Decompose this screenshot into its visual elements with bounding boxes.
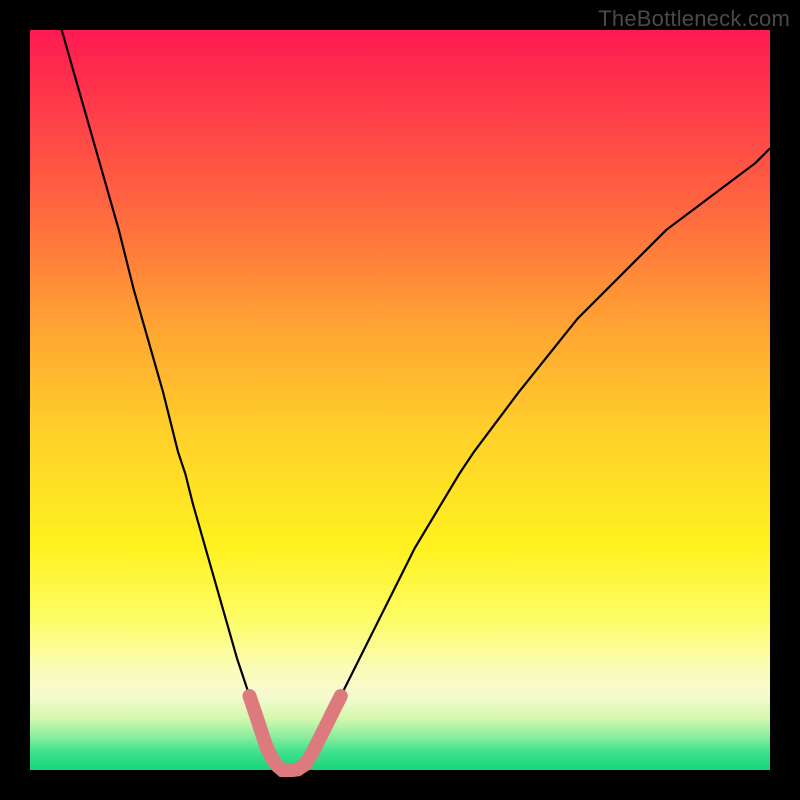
- watermark-text: TheBottleneck.com: [598, 6, 790, 32]
- plot-area: [30, 30, 770, 770]
- highlight-band-right: [298, 696, 341, 769]
- bottleneck-curve: [30, 0, 770, 770]
- highlight-band-left: [250, 696, 267, 748]
- chart-frame: TheBottleneck.com: [0, 0, 800, 800]
- chart-svg: [30, 30, 770, 770]
